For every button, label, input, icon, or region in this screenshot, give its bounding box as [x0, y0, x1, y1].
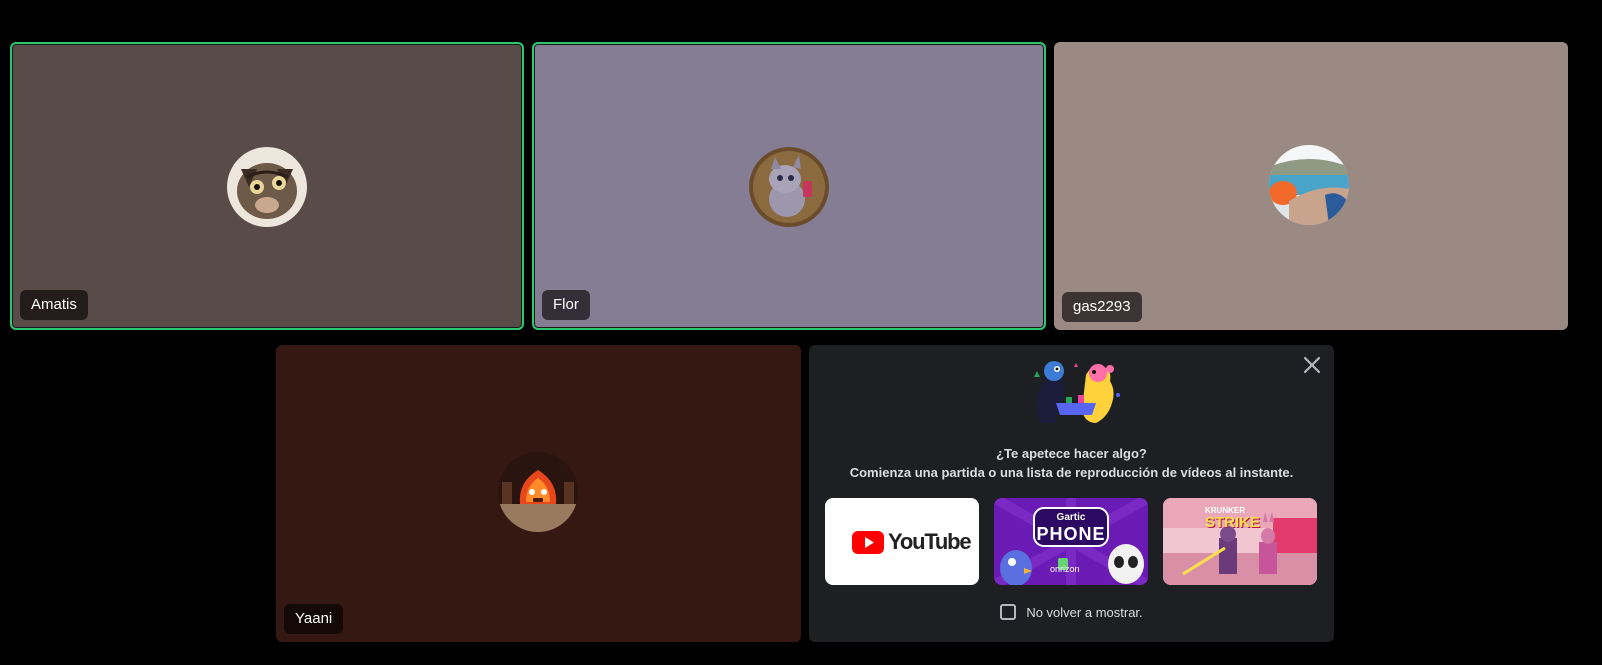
gartic-publisher: onrizon [1050, 564, 1080, 574]
activity-card-krunker-strike[interactable]: KRUNKER STRIKE [1163, 498, 1317, 585]
dont-show-again-checkbox[interactable] [1000, 604, 1017, 620]
poolside-photo-avatar [1269, 145, 1349, 225]
participant-tile-yaani[interactable]: Yaani [276, 345, 801, 642]
activities-illustration [1026, 357, 1126, 429]
fire-avatar [498, 452, 578, 532]
wolf-avatar [749, 147, 829, 227]
youtube-logo: YouTube [852, 529, 972, 555]
gartic-logo-main: PHONE [1036, 524, 1106, 544]
dont-show-again-row[interactable]: No volver a mostrar. [809, 604, 1334, 620]
cat-avatar [227, 147, 307, 227]
panel-subtitle: Comienza una partida o una lista de repr… [849, 465, 1294, 480]
close-icon[interactable] [1300, 353, 1324, 377]
participant-name: Amatis [20, 290, 88, 320]
participant-tile-gas2293[interactable]: gas2293 [1054, 42, 1568, 330]
activity-card-youtube[interactable]: YouTube [825, 498, 979, 585]
participant-name: Flor [542, 290, 590, 320]
youtube-wordmark: YouTube [888, 529, 972, 554]
participant-tile-amatis[interactable]: Amatis [10, 42, 524, 330]
krunker-logo-main: STRIKE [1205, 514, 1261, 531]
participant-name: gas2293 [1062, 292, 1142, 322]
activity-suggestion-panel: ¿Te apetece hacer algo? Comienza una par… [809, 345, 1334, 642]
participant-name: Yaani [284, 604, 344, 634]
gartic-logo-top: Gartic [1056, 512, 1086, 523]
dont-show-again-label: No volver a mostrar. [1026, 604, 1143, 620]
participant-tile-flor[interactable]: Flor [532, 42, 1046, 330]
panel-title: ¿Te apetece hacer algo? [996, 446, 1147, 461]
activity-card-gartic-phone[interactable]: Gartic PHONE onrizon [994, 498, 1148, 585]
